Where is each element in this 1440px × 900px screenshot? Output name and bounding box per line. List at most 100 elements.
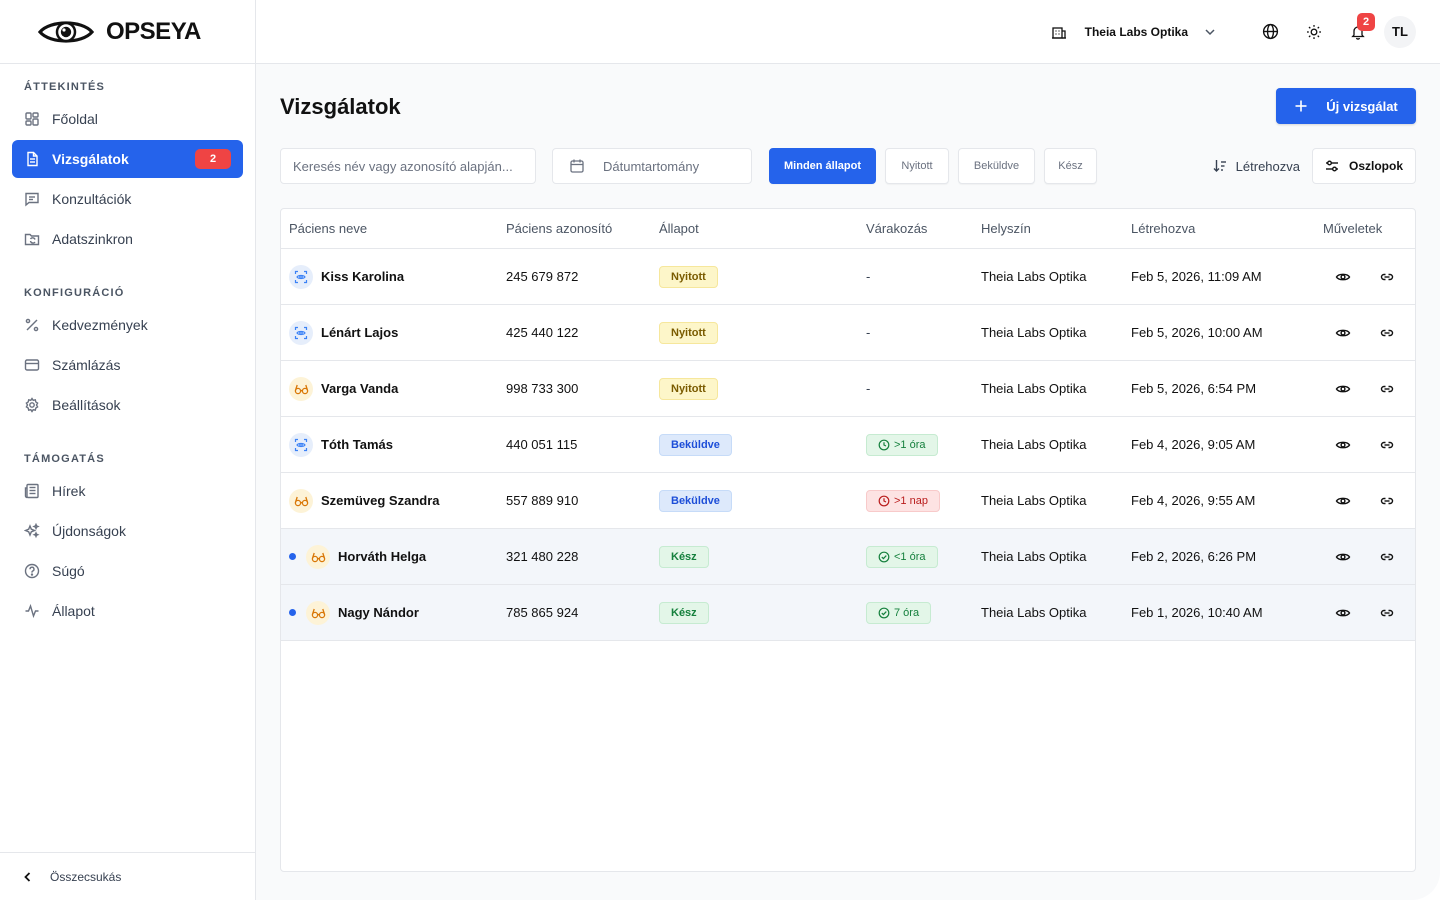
table-row[interactable]: Szemüveg Szandra 557 889 910 Beküldve >1 na… (281, 473, 1415, 529)
column-header-patient-id[interactable]: Páciens azonosító (506, 221, 612, 236)
view-eye-icon[interactable] (1333, 435, 1353, 455)
sidebar-item-help[interactable]: Súgó (12, 552, 243, 590)
table-row[interactable]: Nagy Nándor 785 865 924 Kész 7 óra Theia Lab… (281, 585, 1415, 641)
copy-link-icon[interactable] (1377, 435, 1397, 455)
sort-icon (1212, 158, 1228, 174)
credit-card-icon (24, 357, 40, 373)
avatar[interactable]: TL (1384, 15, 1416, 48)
toolbar: Keresés név vagy azonosító alapján... Dá… (280, 148, 1416, 184)
sidebar-item-label: Újdonságok (52, 523, 126, 539)
globe-icon (1262, 23, 1279, 40)
sidebar-item-status[interactable]: Állapot (12, 592, 243, 630)
app-window: OPSEYA ÁTTEKINTÉS Főoldal Vizsgálatok 2 (0, 0, 1440, 900)
logo[interactable]: OPSEYA (0, 0, 255, 64)
filter-sent[interactable]: Beküldve (958, 148, 1035, 184)
filter-open[interactable]: Nyitott (885, 148, 949, 184)
view-eye-icon[interactable] (1333, 379, 1353, 399)
sidebar-item-label: Hírek (52, 483, 86, 499)
copy-link-icon[interactable] (1377, 547, 1397, 567)
table-row[interactable]: Horváth Helga 321 480 228 Kész <1 óra Theia … (281, 529, 1415, 585)
view-eye-icon[interactable] (1333, 547, 1353, 567)
waiting-cell: - (866, 325, 870, 340)
column-header-waiting[interactable]: Várakozás (866, 221, 927, 236)
patient-name[interactable]: Nagy Nándor (338, 605, 419, 620)
search-input[interactable]: Keresés név vagy azonosító alapján... (280, 148, 536, 184)
section-title-support: TÁMOGATÁS (24, 453, 105, 465)
language-button[interactable] (1254, 16, 1286, 48)
percent-icon (24, 317, 40, 333)
column-header-status[interactable]: Állapot (659, 221, 699, 236)
status-badge: Nyitott (659, 321, 718, 344)
patient-cell: Tóth Tamás (289, 432, 393, 457)
view-eye-icon[interactable] (1333, 491, 1353, 511)
view-eye-icon[interactable] (1333, 267, 1353, 287)
columns-button[interactable]: Oszlopok (1312, 148, 1416, 184)
copy-link-icon[interactable] (1377, 603, 1397, 623)
patient-name[interactable]: Tóth Tamás (321, 437, 393, 452)
sidebar-item-exams[interactable]: Vizsgálatok 2 (12, 140, 243, 178)
count-badge: 2 (195, 149, 231, 169)
status-cell: Nyitott (659, 377, 718, 400)
created-date: Feb 5, 2026, 11:09 AM (1131, 269, 1262, 284)
copy-link-icon[interactable] (1377, 267, 1397, 287)
activity-icon (24, 603, 40, 619)
column-header-patient-name[interactable]: Páciens neve (289, 221, 367, 236)
copy-link-icon[interactable] (1377, 323, 1397, 343)
theme-toggle-button[interactable] (1298, 16, 1330, 48)
calendar-icon (569, 158, 585, 174)
waiting-cell: >1 óra (866, 433, 938, 456)
sidebar-item-settings[interactable]: Beállítások (12, 386, 243, 424)
sidebar-item-billing[interactable]: Számlázás (12, 346, 243, 384)
table-row[interactable]: Kiss Karolina 245 679 872 Nyitott - Theia La… (281, 249, 1415, 305)
notifications-button[interactable]: 2 (1342, 12, 1375, 48)
waiting-badge: >1 nap (866, 489, 940, 512)
copy-link-icon[interactable] (1377, 379, 1397, 399)
dashboard-icon (24, 111, 40, 127)
sidebar-item-discounts[interactable]: Kedvezmények (12, 306, 243, 344)
copy-link-icon[interactable] (1377, 491, 1397, 511)
notification-badge: 2 (1357, 12, 1375, 31)
patient-name[interactable]: Lénárt Lajos (321, 325, 398, 340)
sidebar-item-label: Konzultációk (52, 191, 132, 207)
patient-name[interactable]: Horváth Helga (338, 549, 426, 564)
building-icon (1051, 24, 1067, 40)
sliders-icon (1325, 159, 1339, 173)
sidebar-item-label: Számlázás (52, 357, 121, 373)
filter-done[interactable]: Kész (1044, 148, 1097, 184)
sidebar-item-whats-new[interactable]: Újdonságok (12, 512, 243, 550)
patient-id: 321 480 228 (506, 549, 579, 564)
patient-cell: Lénárt Lajos (289, 320, 398, 345)
status-cell: Nyitott (659, 321, 718, 344)
filter-all-status[interactable]: Minden állapot (769, 148, 876, 184)
patient-cell: Kiss Karolina (289, 264, 404, 289)
collapse-sidebar-button[interactable]: Összecsukás (0, 852, 255, 900)
new-exam-button[interactable]: Új vizsgálat (1276, 88, 1416, 124)
column-header-created[interactable]: Létrehozva (1131, 221, 1195, 236)
location: Theia Labs Optika (981, 325, 1087, 340)
sidebar-item-label: Kedvezmények (52, 317, 148, 333)
column-header-location[interactable]: Helyszín (981, 221, 1031, 236)
patient-name[interactable]: Kiss Karolina (321, 269, 404, 284)
new-exam-label: Új vizsgálat (1326, 98, 1398, 114)
actions-cell (1333, 547, 1415, 567)
view-eye-icon[interactable] (1333, 323, 1353, 343)
check-circle-icon (878, 607, 890, 619)
sidebar-item-news[interactable]: Hírek (12, 472, 243, 510)
glasses-icon (289, 488, 313, 513)
status-badge: Nyitott (659, 265, 718, 288)
view-eye-icon[interactable] (1333, 603, 1353, 623)
sidebar-item-consultations[interactable]: Konzultációk (12, 180, 243, 218)
date-range-picker[interactable]: Dátumtartomány (552, 148, 752, 184)
gear-icon (24, 397, 40, 413)
sort-button[interactable]: Létrehozva (1212, 148, 1300, 184)
sidebar-item-datasync[interactable]: Adatszinkron (12, 220, 243, 258)
table-row[interactable]: Varga Vanda 998 733 300 Nyitott - Theia Labs… (281, 361, 1415, 417)
table-row[interactable]: Tóth Tamás 440 051 115 Beküldve >1 óra Theia… (281, 417, 1415, 473)
sort-label: Létrehozva (1235, 158, 1300, 174)
patient-name[interactable]: Szemüveg Szandra (321, 493, 440, 508)
table-row[interactable]: Lénárt Lajos 425 440 122 Nyitott - Theia Lab… (281, 305, 1415, 361)
organization-switcher[interactable]: Theia Labs Optika (1051, 24, 1216, 40)
sidebar-item-home[interactable]: Főoldal (12, 100, 243, 138)
patient-name[interactable]: Varga Vanda (321, 381, 398, 396)
main-content: Vizsgálatok Új vizsgálat Keresés név vag… (256, 64, 1440, 900)
